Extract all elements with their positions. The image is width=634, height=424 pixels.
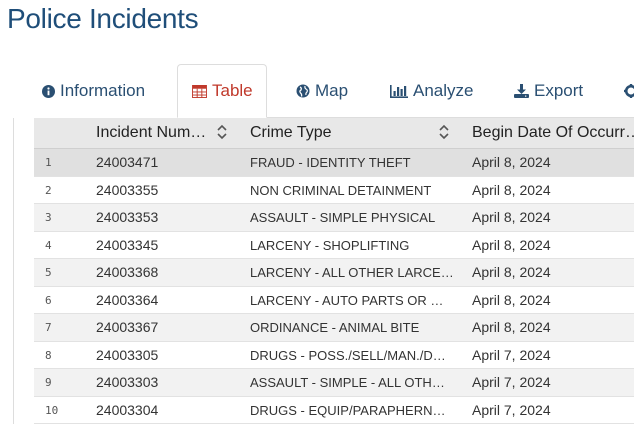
begin-date: April 8, 2024 — [472, 154, 551, 170]
row-number: 6 — [45, 293, 52, 307]
begin-date: April 8, 2024 — [472, 291, 551, 308]
column-header-begin-date[interactable]: Begin Date Of Occurr… — [472, 118, 634, 148]
row-number: 1 — [45, 156, 52, 169]
sort-icon[interactable] — [438, 124, 450, 145]
table-row[interactable]: 9 24003303 ASSAULT - SIMPLE - ALL OTH… A… — [34, 369, 634, 397]
globe-icon — [296, 84, 310, 98]
column-header-incident-number[interactable]: Incident Num… — [96, 118, 212, 148]
crime-type: ORDINANCE - ANIMAL BITE — [250, 320, 420, 335]
crime-type: LARCENY - AUTO PARTS OR … — [250, 292, 444, 308]
row-number: 2 — [45, 183, 52, 197]
crime-type: ASSAULT - SIMPLE - ALL OTH… — [250, 375, 445, 390]
begin-date: April 8, 2024 — [472, 264, 551, 280]
row-number: 3 — [45, 211, 52, 224]
crime-type: NON CRIMINAL DETAINMENT — [250, 182, 432, 198]
begin-date: April 8, 2024 — [472, 209, 551, 225]
incident-number: 24003355 — [96, 181, 159, 198]
table-row[interactable]: 1 24003471 FRAUD - IDENTITY THEFT April … — [34, 149, 634, 177]
tab-table-label: Table — [212, 81, 253, 100]
begin-date: April 8, 2024 — [472, 319, 551, 335]
incident-number: 24003304 — [96, 401, 159, 418]
column-header-crime-type[interactable]: Crime Type — [250, 118, 440, 148]
incident-number: 24003305 — [96, 346, 159, 363]
crime-type: DRUGS - EQUIP/PARAPHERN… — [250, 402, 446, 418]
row-number: 7 — [45, 321, 52, 334]
row-number: 10 — [45, 403, 59, 417]
table-row[interactable]: 10 24003304 DRUGS - EQUIP/PARAPHERN… Apr… — [34, 396, 634, 424]
sort-icon[interactable] — [216, 124, 228, 145]
incident-number: 24003368 — [96, 264, 159, 280]
incident-number: 24003367 — [96, 319, 159, 335]
begin-date: April 8, 2024 — [472, 236, 551, 253]
tab-export-label: Export — [534, 81, 584, 100]
crime-type: LARCENY - ALL OTHER LARCE… — [250, 265, 454, 280]
row-number: 5 — [45, 266, 52, 279]
page-title: Police Incidents — [7, 3, 199, 34]
table-row[interactable]: 5 24003368 LARCENY - ALL OTHER LARCE… Ap… — [34, 259, 634, 287]
incident-number: 24003303 — [96, 374, 159, 390]
tab-analyze-label: Analyze — [413, 81, 474, 100]
tab-information-label: Information — [60, 81, 146, 100]
incident-number: 24003471 — [96, 154, 159, 170]
table-icon — [192, 84, 207, 98]
tab-analyze[interactable]: Analyze — [390, 64, 473, 118]
info-circle-icon — [42, 84, 55, 98]
row-number: 4 — [45, 238, 52, 252]
table-row[interactable]: 2 24003355 NON CRIMINAL DETAINMENT April… — [34, 176, 634, 204]
crime-type: DRUGS - POSS./SELL/MAN./D… — [250, 347, 446, 363]
incident-number: 24003345 — [96, 236, 159, 253]
row-number: 8 — [45, 348, 52, 362]
tab-table[interactable]: Table — [177, 64, 267, 118]
begin-date: April 7, 2024 — [472, 401, 551, 418]
table-row[interactable]: 7 24003367 ORDINANCE - ANIMAL BITE April… — [34, 314, 634, 342]
crime-type: LARCENY - SHOPLIFTING — [250, 237, 410, 253]
tab-bar: Information Table Map Analyze Export — [0, 64, 634, 118]
grid-header: Incident Num… Crime Type Begin Date Of O… — [34, 118, 634, 149]
bar-chart-icon — [390, 84, 408, 98]
begin-date: April 8, 2024 — [472, 181, 551, 198]
tab-export[interactable]: Export — [514, 64, 583, 118]
crime-type: ASSAULT - SIMPLE PHYSICAL — [250, 210, 436, 225]
begin-date: April 7, 2024 — [472, 374, 551, 390]
row-number: 9 — [45, 376, 52, 389]
begin-date: April 7, 2024 — [472, 346, 551, 363]
table-row[interactable]: 3 24003353 ASSAULT - SIMPLE PHYSICAL Apr… — [34, 204, 634, 232]
table-row[interactable]: 4 24003345 LARCENY - SHOPLIFTING April 8… — [34, 231, 634, 259]
table-row[interactable]: 6 24003364 LARCENY - AUTO PARTS OR … Apr… — [34, 286, 634, 314]
incident-number: 24003364 — [96, 291, 159, 308]
crime-type: FRAUD - IDENTITY THEFT — [250, 155, 411, 170]
tab-more[interactable] — [624, 64, 634, 118]
gear-icon — [624, 84, 634, 98]
table-row[interactable]: 8 24003305 DRUGS - POSS./SELL/MAN./D… Ap… — [34, 341, 634, 369]
tab-map[interactable]: Map — [296, 64, 348, 118]
data-grid: Incident Num… Crime Type Begin Date Of O… — [34, 118, 634, 424]
incident-number: 24003353 — [96, 209, 159, 225]
tab-information[interactable]: Information — [42, 64, 145, 118]
tab-map-label: Map — [315, 81, 349, 100]
download-icon — [514, 84, 529, 98]
